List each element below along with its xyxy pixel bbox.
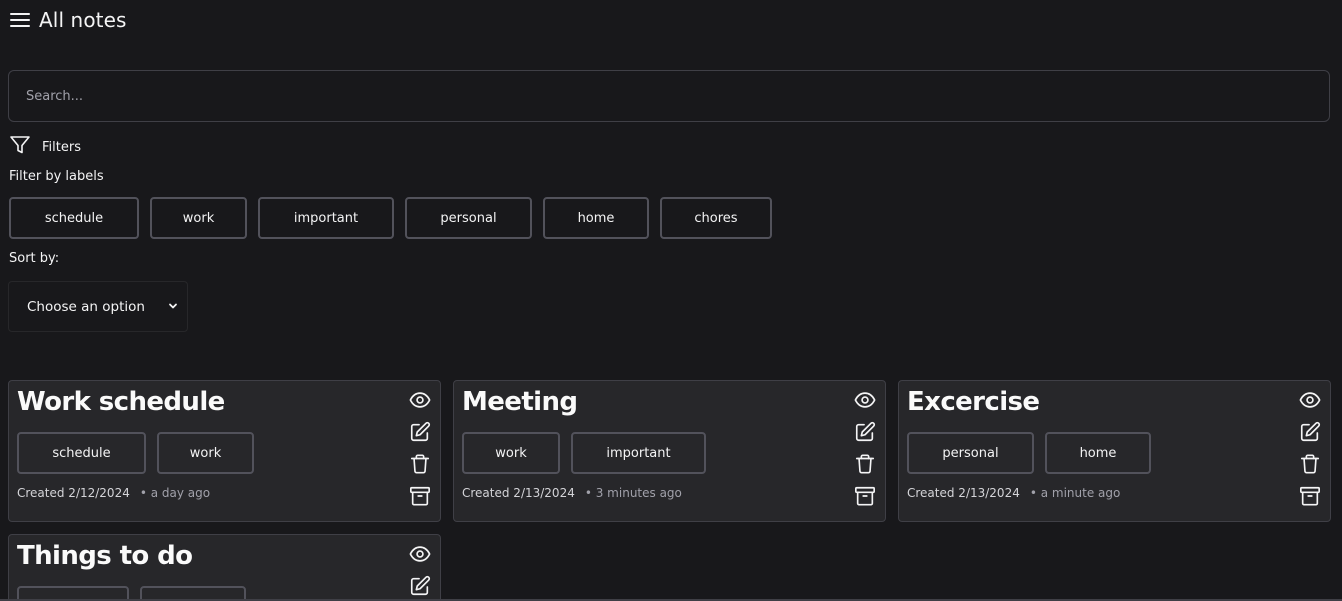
note-label-chip[interactable]: important <box>571 432 706 474</box>
note-label-chip[interactable]: personal <box>907 432 1034 474</box>
trash-icon[interactable] <box>854 453 876 475</box>
note-labels: schedule work <box>17 432 254 474</box>
edit-icon[interactable] <box>1299 421 1321 443</box>
note-title: Work schedule <box>17 387 225 417</box>
note-labels: personal home <box>907 432 1151 474</box>
note-meta: Created 2/13/2024 • a minute ago <box>907 486 1120 500</box>
eye-icon[interactable] <box>1299 389 1321 411</box>
edit-icon[interactable] <box>854 421 876 443</box>
note-label-chip[interactable]: schedule <box>17 432 146 474</box>
eye-icon[interactable] <box>409 543 431 565</box>
chevron-down-icon <box>167 297 179 316</box>
note-card[interactable]: Meeting work important Created 2/13/2024… <box>453 380 886 522</box>
note-title: Meeting <box>462 387 578 417</box>
sort-selected-value: Choose an option <box>27 298 145 315</box>
note-meta: Created 2/12/2024 • a day ago <box>17 486 210 500</box>
archive-icon[interactable] <box>1299 485 1321 507</box>
note-label-chip[interactable]: home <box>1045 432 1151 474</box>
trash-icon[interactable] <box>1299 453 1321 475</box>
page-title: All notes <box>39 8 127 32</box>
search-box <box>8 70 1330 122</box>
filters-toggle[interactable]: Filters <box>9 136 81 158</box>
sort-select[interactable]: Choose an option <box>8 281 188 332</box>
note-actions <box>1298 389 1322 507</box>
note-actions <box>853 389 877 507</box>
note-created-date: Created 2/12/2024 <box>17 486 130 500</box>
header: All notes <box>10 7 127 33</box>
notes-app: All notes Filters Filter by labels sched… <box>0 0 1342 601</box>
note-relative-time: • a day ago <box>139 486 211 500</box>
label-chip-chores[interactable]: chores <box>660 197 772 239</box>
archive-icon[interactable] <box>409 485 431 507</box>
note-actions <box>408 389 432 507</box>
note-created-date: Created 2/13/2024 <box>462 486 575 500</box>
trash-icon[interactable] <box>409 453 431 475</box>
archive-icon[interactable] <box>854 485 876 507</box>
label-chip-work[interactable]: work <box>150 197 247 239</box>
note-card[interactable]: Work schedule schedule work Created 2/12… <box>8 380 441 522</box>
note-card[interactable]: Excercise personal home Created 2/13/202… <box>898 380 1331 522</box>
note-title: Excercise <box>907 387 1040 417</box>
note-labels: work important <box>462 432 706 474</box>
label-chip-important[interactable]: important <box>258 197 394 239</box>
label-filter-chips: schedule work important personal home ch… <box>9 197 772 239</box>
note-title: Things to do <box>17 541 193 571</box>
note-label-chip[interactable]: work <box>462 432 560 474</box>
note-meta: Created 2/13/2024 • 3 minutes ago <box>462 486 682 500</box>
edit-icon[interactable] <box>409 575 431 597</box>
search-input[interactable] <box>24 70 1329 122</box>
label-chip-personal[interactable]: personal <box>405 197 532 239</box>
eye-icon[interactable] <box>854 389 876 411</box>
funnel-icon <box>9 135 31 159</box>
eye-icon[interactable] <box>409 389 431 411</box>
note-relative-time: • a minute ago <box>1029 486 1121 500</box>
note-card[interactable]: Things to do <box>8 534 441 601</box>
filter-by-labels-heading: Filter by labels <box>9 169 104 184</box>
label-chip-home[interactable]: home <box>543 197 649 239</box>
hamburger-menu-icon[interactable] <box>10 12 30 28</box>
edit-icon[interactable] <box>409 421 431 443</box>
filters-label: Filters <box>42 139 81 155</box>
note-relative-time: • 3 minutes ago <box>584 486 682 500</box>
sort-by-label: Sort by: <box>9 251 60 266</box>
note-created-date: Created 2/13/2024 <box>907 486 1020 500</box>
note-actions <box>408 543 432 597</box>
note-label-chip[interactable]: work <box>157 432 254 474</box>
label-chip-schedule[interactable]: schedule <box>9 197 139 239</box>
